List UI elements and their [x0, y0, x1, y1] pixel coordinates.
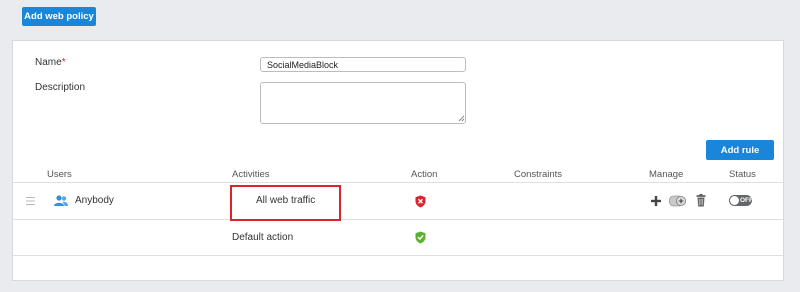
toggle-knob: [730, 196, 739, 205]
row-user: Anybody: [75, 195, 114, 206]
column-header-manage: Manage: [649, 169, 684, 180]
name-input[interactable]: [260, 57, 466, 72]
add-web-policy-button[interactable]: Add web policy: [22, 7, 96, 26]
name-label: Name*: [35, 57, 66, 68]
description-label: Description: [35, 82, 86, 93]
users-icon: [54, 195, 68, 206]
default-action-row: Default action: [13, 220, 783, 256]
table-row: Anybody All web traffic OFF: [13, 182, 783, 221]
allow-shield-icon[interactable]: [415, 231, 426, 244]
required-marker: *: [61, 57, 66, 68]
column-header-constraints: Constraints: [514, 169, 563, 180]
row-activity[interactable]: All web traffic: [256, 195, 315, 206]
block-shield-icon: [415, 195, 426, 208]
description-textarea[interactable]: [260, 82, 466, 124]
policy-panel: Name* Description Add rule Users Activit…: [12, 40, 784, 281]
delete-trash-icon[interactable]: [696, 194, 706, 207]
resize-grip-icon[interactable]: [457, 114, 465, 122]
column-header-action: Action: [411, 169, 438, 180]
column-header-activities: Activities: [232, 169, 270, 180]
add-icon[interactable]: [651, 196, 661, 206]
default-action-label: Default action: [232, 232, 294, 243]
add-rule-button[interactable]: Add rule: [706, 140, 774, 160]
drag-handle-icon[interactable]: [26, 197, 35, 205]
column-header-users: Users: [47, 169, 72, 180]
column-header-status: Status: [729, 169, 756, 180]
status-toggle[interactable]: OFF: [729, 195, 753, 206]
status-label: OFF: [740, 197, 753, 204]
clone-icon[interactable]: [669, 195, 687, 207]
